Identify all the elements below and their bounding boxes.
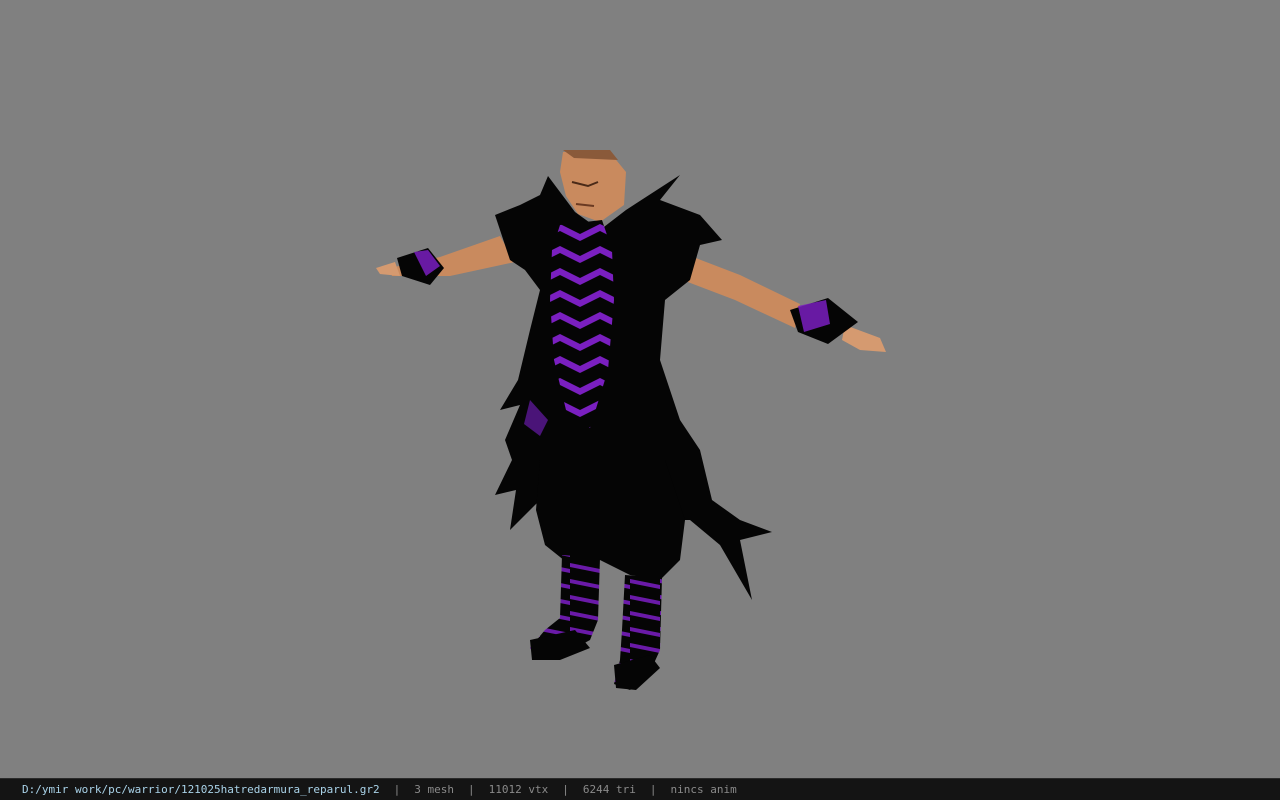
animation-status: nincs anim — [670, 783, 737, 796]
pants — [536, 460, 685, 580]
mesh-count: 3 mesh — [414, 783, 454, 796]
character-model — [376, 150, 886, 690]
separator: | — [649, 783, 657, 796]
separator: | — [562, 783, 569, 796]
vertex-count: 11012 vtx — [488, 783, 549, 796]
file-path: D:/ymir work/pc/warrior/121025hatredarmu… — [22, 783, 380, 796]
separator: | — [468, 783, 475, 796]
model-viewport[interactable] — [0, 0, 1280, 778]
triangle-count: 6244 tri — [582, 783, 636, 796]
status-bar: D:/ymir work/pc/warrior/121025hatredarmu… — [0, 778, 1280, 800]
separator: | — [393, 783, 401, 796]
